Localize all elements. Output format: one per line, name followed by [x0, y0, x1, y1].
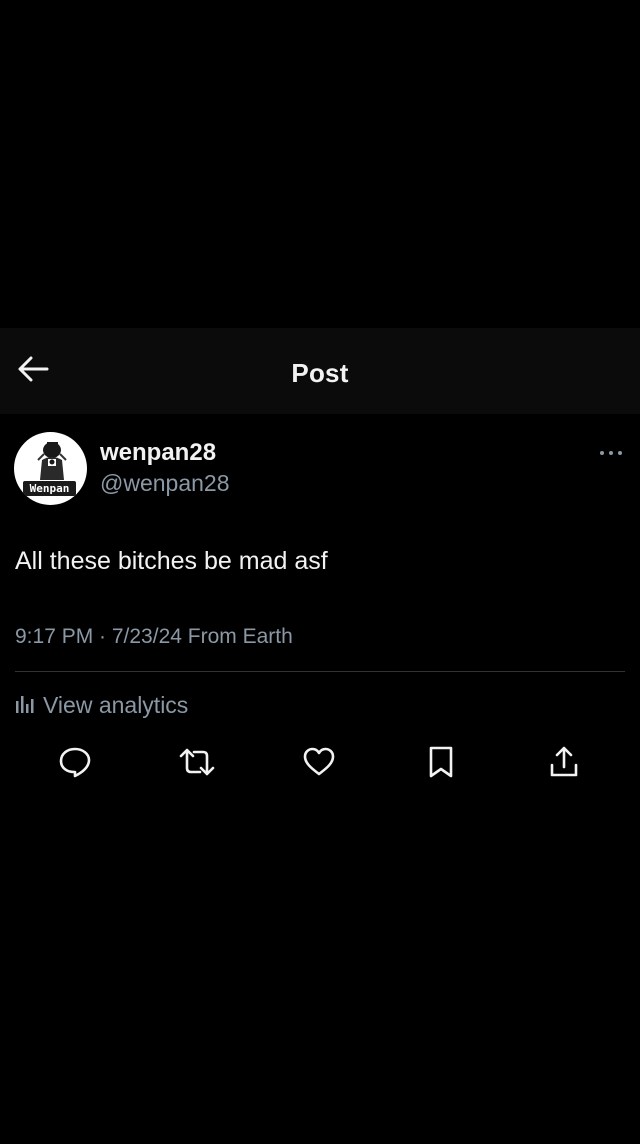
action-bar: [0, 744, 640, 784]
like-button[interactable]: [299, 744, 339, 784]
bookmark-icon: [427, 745, 455, 784]
post-text: All these bitches be mad asf: [15, 547, 328, 575]
top-bar: Post: [0, 328, 640, 414]
author-display-name[interactable]: wenpan28: [100, 439, 216, 467]
repost-button[interactable]: [177, 744, 217, 784]
ellipsis-icon: [599, 444, 623, 462]
view-analytics-link[interactable]: View analytics: [15, 690, 188, 720]
post-screen: Post Wenpan wenpan28 @wenpan28 All these…: [0, 0, 640, 1144]
bookmark-button[interactable]: [421, 744, 461, 784]
view-analytics-label: View analytics: [43, 691, 189, 718]
reply-icon: [58, 745, 92, 784]
more-options-button[interactable]: [597, 444, 625, 462]
post-timestamp: 9:17 PM · 7/23/24 From Earth: [15, 625, 293, 648]
heart-icon: [302, 746, 336, 783]
divider: [15, 671, 625, 672]
author-handle[interactable]: @wenpan28: [100, 470, 230, 497]
analytics-bar-icon: [15, 692, 35, 719]
share-icon: [548, 745, 580, 784]
page-title: Post: [291, 358, 349, 388]
share-button[interactable]: [544, 744, 584, 784]
reply-button[interactable]: [55, 744, 95, 784]
avatar[interactable]: Wenpan: [14, 432, 87, 505]
avatar-badge-text: Wenpan: [22, 480, 77, 497]
repost-icon: [178, 745, 216, 784]
